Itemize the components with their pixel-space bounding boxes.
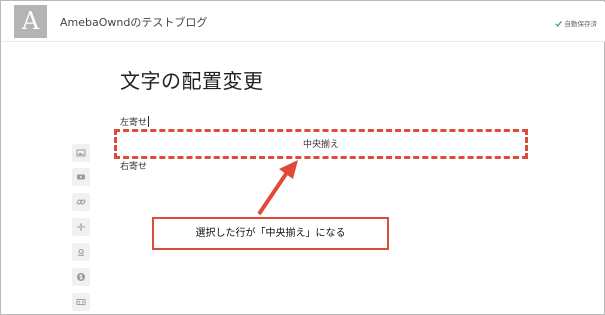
- blog-title[interactable]: AmebaOwndのテストブログ: [60, 14, 207, 30]
- insert-amazon-button[interactable]: [72, 243, 90, 261]
- image-icon: [76, 149, 86, 157]
- text-caret: [148, 116, 150, 127]
- save-status-label: 自動保存済: [564, 20, 598, 28]
- code-icon: [76, 299, 86, 305]
- divider-icon: [77, 223, 85, 231]
- dollar-icon: [77, 273, 85, 281]
- paragraph-left-aligned[interactable]: 左寄せ: [120, 115, 150, 128]
- video-icon: [77, 174, 85, 180]
- selection-highlight-box: [114, 129, 528, 159]
- paragraph-left-text: 左寄せ: [120, 118, 148, 128]
- blog-logo[interactable]: A: [14, 5, 47, 38]
- amazon-icon: [77, 249, 85, 256]
- insert-embed-button[interactable]: [72, 293, 90, 311]
- annotation-callout: 選択した行が「中央揃え」になる: [152, 217, 389, 250]
- link-icon: [76, 199, 86, 205]
- insert-divider-button[interactable]: [72, 218, 90, 236]
- insert-image-button[interactable]: [72, 144, 90, 162]
- check-icon: [554, 20, 562, 27]
- paragraph-right-aligned[interactable]: 右寄せ: [120, 159, 147, 172]
- insert-payment-button[interactable]: [72, 268, 90, 286]
- save-status: 自動保存済: [554, 18, 598, 28]
- top-bar: A AmebaOwndのテストブログ 自動保存済: [2, 2, 605, 42]
- insert-link-button[interactable]: [72, 193, 90, 211]
- editor-window: A AmebaOwndのテストブログ 自動保存済 文字の配置変更 左寄せ 中央揃…: [0, 0, 605, 315]
- insert-video-button[interactable]: [72, 168, 90, 186]
- post-title[interactable]: 文字の配置変更: [120, 65, 264, 94]
